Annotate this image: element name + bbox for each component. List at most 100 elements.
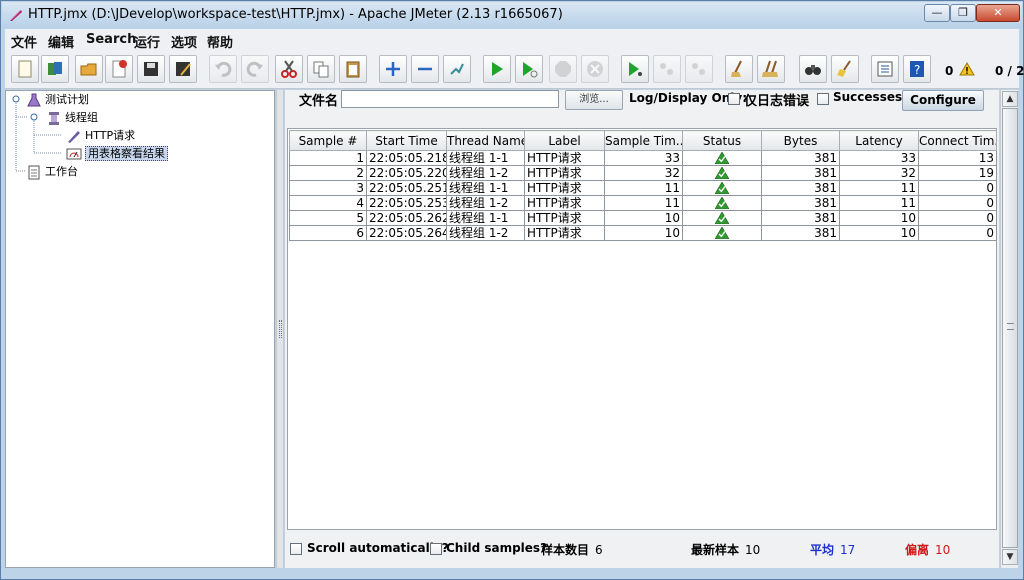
shutdown-icon bbox=[587, 61, 603, 77]
clear-button[interactable] bbox=[725, 55, 753, 83]
title-bar[interactable]: HTTP.jmx (D:\JDevelop\workspace-test\HTT… bbox=[2, 2, 1022, 28]
configure-button[interactable]: Configure bbox=[902, 90, 984, 111]
col-header-sample-time[interactable]: Sample Tim... bbox=[604, 130, 683, 151]
deviation-stat: 偏离 10 bbox=[905, 541, 950, 558]
menu-run[interactable]: 运行 bbox=[134, 32, 160, 51]
cell-label: HTTP请求 bbox=[524, 195, 605, 211]
deviation-value: 10 bbox=[935, 543, 951, 557]
jmeter-feather-icon bbox=[10, 10, 22, 21]
success-shield-icon bbox=[715, 182, 729, 194]
table-row[interactable]: 3 22:05:05.251 线程组 1-1 HTTP请求 11 381 11 0 bbox=[289, 180, 997, 196]
cell-sample: 3 bbox=[289, 180, 367, 196]
toggle-button[interactable] bbox=[443, 55, 471, 83]
minimize-button[interactable]: — bbox=[924, 4, 950, 22]
stop-button[interactable] bbox=[549, 55, 577, 83]
cell-latency: 32 bbox=[839, 165, 919, 181]
tree-node-workbench[interactable]: 工作台 bbox=[26, 163, 78, 181]
minimize-icon: — bbox=[931, 6, 943, 19]
tree-node-thread-group[interactable]: 线程组 bbox=[46, 109, 98, 127]
remote-start-button[interactable] bbox=[621, 55, 649, 83]
collapse-all-button[interactable] bbox=[411, 55, 439, 83]
reset-search-button[interactable] bbox=[831, 55, 859, 83]
scroll-down-arrow-icon[interactable]: ▼ bbox=[1002, 549, 1018, 565]
col-header-bytes[interactable]: Bytes bbox=[761, 130, 840, 151]
save-as-button[interactable] bbox=[169, 55, 197, 83]
open-button[interactable] bbox=[75, 55, 103, 83]
close-file-button[interactable] bbox=[105, 55, 133, 83]
broom-icon bbox=[837, 60, 851, 77]
templates-icon bbox=[48, 62, 62, 75]
col-header-status[interactable]: Status bbox=[682, 130, 762, 151]
menu-options[interactable]: 选项 bbox=[171, 32, 197, 51]
cell-start-time: 22:05:05.220 bbox=[366, 165, 447, 181]
undo-button[interactable] bbox=[209, 55, 237, 83]
maximize-button[interactable]: ❐ bbox=[950, 4, 976, 22]
cell-latency: 33 bbox=[839, 150, 919, 166]
redo-button[interactable] bbox=[241, 55, 269, 83]
tree-node-test-plan[interactable]: 测试计划 bbox=[26, 91, 89, 109]
menu-search[interactable]: Search bbox=[86, 32, 136, 47]
table-row[interactable]: 2 22:05:05.220 线程组 1-2 HTTP请求 32 381 32 19 bbox=[289, 165, 997, 181]
results-table-area[interactable]: Sample # Start Time Thread Name Label Sa… bbox=[287, 128, 997, 530]
cell-connect-time: 0 bbox=[918, 210, 997, 226]
clear-all-button[interactable] bbox=[757, 55, 785, 83]
browse-button[interactable]: 浏览... bbox=[565, 90, 623, 110]
cell-label: HTTP请求 bbox=[524, 210, 605, 226]
cell-status bbox=[682, 165, 762, 181]
warning-icon[interactable] bbox=[959, 62, 975, 76]
errors-only-checkbox[interactable] bbox=[728, 93, 740, 105]
table-row[interactable]: 1 22:05:05.218 线程组 1-1 HTTP请求 33 381 33 13 bbox=[289, 150, 997, 166]
help-icon: ? bbox=[910, 61, 924, 77]
vertical-scrollbar[interactable]: ▲ ▼ bbox=[1000, 90, 1018, 568]
table-row[interactable]: 4 22:05:05.253 线程组 1-2 HTTP请求 11 381 11 0 bbox=[289, 195, 997, 211]
remote-stop-button[interactable] bbox=[653, 55, 681, 83]
cell-sample: 1 bbox=[289, 150, 367, 166]
col-header-label[interactable]: Label bbox=[524, 130, 605, 151]
scrollbar-thumb[interactable] bbox=[1002, 108, 1018, 548]
save-button[interactable] bbox=[137, 55, 165, 83]
cell-sample-time: 11 bbox=[604, 180, 683, 196]
cell-sample: 4 bbox=[289, 195, 367, 211]
remote-shutdown-button[interactable] bbox=[685, 55, 713, 83]
paste-button[interactable] bbox=[339, 55, 367, 83]
search-button[interactable] bbox=[799, 55, 827, 83]
menu-help[interactable]: 帮助 bbox=[207, 32, 233, 51]
successes-checkbox[interactable] bbox=[817, 93, 829, 105]
table-row[interactable]: 6 22:05:05.264 线程组 1-2 HTTP请求 10 381 10 0 bbox=[289, 225, 997, 241]
col-header-thread-name[interactable]: Thread Name bbox=[446, 130, 525, 151]
menu-edit[interactable]: 编辑 bbox=[48, 32, 74, 51]
panel-splitter[interactable] bbox=[276, 90, 284, 568]
col-header-latency[interactable]: Latency bbox=[839, 130, 919, 151]
scroll-up-arrow-icon[interactable]: ▲ bbox=[1002, 91, 1018, 107]
filename-input[interactable] bbox=[341, 90, 559, 108]
new-button[interactable] bbox=[11, 55, 39, 83]
start-no-timers-button[interactable] bbox=[515, 55, 543, 83]
scroll-automatically-checkbox[interactable] bbox=[290, 543, 302, 555]
tree-node-http-request[interactable]: HTTP请求 bbox=[66, 127, 135, 145]
tree-node-results-table[interactable]: 用表格察看结果 bbox=[66, 145, 168, 163]
shutdown-button[interactable] bbox=[581, 55, 609, 83]
col-header-start-time[interactable]: Start Time bbox=[366, 130, 447, 151]
expand-all-button[interactable] bbox=[379, 55, 407, 83]
close-button[interactable]: ✕ bbox=[976, 4, 1020, 22]
table-row[interactable]: 5 22:05:05.262 线程组 1-1 HTTP请求 10 381 10 0 bbox=[289, 210, 997, 226]
col-header-sample[interactable]: Sample # bbox=[289, 130, 367, 151]
errors-only-label: 仅日志错误 bbox=[744, 94, 810, 109]
new-icon bbox=[18, 60, 32, 78]
cut-button[interactable] bbox=[275, 55, 303, 83]
binoculars-icon bbox=[805, 65, 821, 75]
sample-count-stat: 样本数目 6 bbox=[541, 541, 603, 558]
success-shield-icon bbox=[715, 152, 729, 164]
help-button[interactable]: ? bbox=[903, 55, 931, 83]
copy-button[interactable] bbox=[307, 55, 335, 83]
menu-file[interactable]: 文件 bbox=[11, 32, 37, 51]
paste-icon bbox=[346, 61, 360, 78]
function-helper-button[interactable] bbox=[871, 55, 899, 83]
start-button[interactable] bbox=[483, 55, 511, 83]
cell-label: HTTP请求 bbox=[524, 165, 605, 181]
col-header-connect-time[interactable]: Connect Tim... bbox=[918, 130, 997, 151]
copy-icon bbox=[313, 61, 329, 78]
latest-sample-label: 最新样本 bbox=[691, 543, 740, 557]
child-samples-checkbox[interactable] bbox=[430, 543, 442, 555]
templates-button[interactable] bbox=[41, 55, 69, 83]
